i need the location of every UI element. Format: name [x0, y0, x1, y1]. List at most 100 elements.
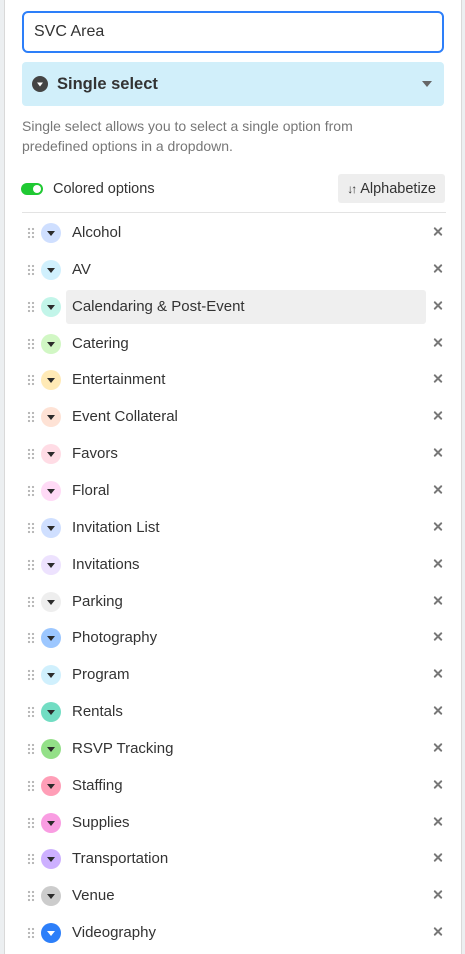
remove-option-icon[interactable] — [430, 408, 446, 424]
remove-option-icon[interactable] — [430, 593, 446, 609]
option-row[interactable]: RSVP Tracking — [5, 730, 463, 766]
option-name-input[interactable]: RSVP Tracking — [66, 732, 426, 766]
option-color-swatch[interactable] — [41, 591, 61, 612]
drag-handle-icon[interactable] — [27, 521, 35, 534]
option-name-input[interactable]: Floral — [66, 474, 426, 508]
remove-option-icon[interactable] — [430, 703, 446, 719]
drag-handle-icon[interactable] — [27, 706, 35, 719]
remove-option-icon[interactable] — [430, 261, 446, 277]
option-color-swatch[interactable] — [41, 296, 61, 317]
remove-option-icon[interactable] — [430, 556, 446, 572]
alphabetize-button[interactable]: ↓↑ Alphabetize — [338, 174, 445, 203]
drag-handle-icon[interactable] — [27, 300, 35, 313]
option-color-swatch[interactable] — [41, 554, 61, 575]
remove-option-icon[interactable] — [430, 335, 446, 351]
drag-handle-icon[interactable] — [27, 411, 35, 424]
field-name-input[interactable] — [22, 11, 444, 53]
option-row[interactable]: Catering — [5, 325, 463, 361]
option-color-swatch[interactable] — [41, 812, 61, 833]
option-name-input[interactable]: Staffing — [66, 769, 426, 803]
option-name-input[interactable]: Catering — [66, 327, 426, 361]
field-type-dropdown[interactable]: Single select — [22, 62, 444, 106]
option-name-input[interactable]: Invitations — [66, 548, 426, 582]
remove-option-icon[interactable] — [430, 924, 446, 940]
remove-option-icon[interactable] — [430, 850, 446, 866]
option-name-input[interactable]: Alcohol — [66, 216, 426, 250]
option-name-input[interactable]: Favors — [66, 437, 426, 471]
remove-option-icon[interactable] — [430, 482, 446, 498]
drag-handle-icon[interactable] — [27, 816, 35, 829]
option-name-input[interactable]: Parking — [66, 585, 426, 619]
drag-handle-icon[interactable] — [27, 595, 35, 608]
option-row[interactable]: Staffing — [5, 767, 463, 803]
option-row[interactable]: Photography — [5, 619, 463, 655]
drag-handle-icon[interactable] — [27, 263, 35, 276]
option-color-swatch[interactable] — [41, 775, 61, 796]
option-color-swatch[interactable] — [41, 923, 61, 944]
remove-option-icon[interactable] — [430, 814, 446, 830]
drag-handle-icon[interactable] — [27, 890, 35, 903]
option-row[interactable]: Parking — [5, 583, 463, 619]
option-row[interactable]: Videography — [5, 914, 463, 950]
remove-option-icon[interactable] — [430, 298, 446, 314]
option-row[interactable]: Favors — [5, 435, 463, 471]
drag-handle-icon[interactable] — [27, 853, 35, 866]
colored-options-toggle[interactable] — [21, 182, 43, 195]
option-row[interactable]: Transportation — [5, 840, 463, 876]
option-row[interactable]: Alcohol — [5, 214, 463, 250]
remove-option-icon[interactable] — [430, 519, 446, 535]
option-name-input[interactable]: Rentals — [66, 695, 426, 729]
option-row[interactable]: Invitation List — [5, 509, 463, 545]
option-name-input[interactable]: Calendaring & Post-Event — [66, 289, 426, 324]
option-row[interactable]: Floral — [5, 472, 463, 508]
option-color-swatch[interactable] — [41, 702, 61, 723]
option-row[interactable]: Program — [5, 656, 463, 692]
option-name-input[interactable]: Photography — [66, 621, 426, 655]
drag-handle-icon[interactable] — [27, 632, 35, 645]
option-name-input[interactable]: Event Collateral — [66, 400, 426, 434]
drag-handle-icon[interactable] — [27, 669, 35, 682]
remove-option-icon[interactable] — [430, 629, 446, 645]
option-color-swatch[interactable] — [41, 259, 61, 280]
option-color-swatch[interactable] — [41, 517, 61, 538]
option-name-input[interactable]: Program — [66, 658, 426, 692]
remove-option-icon[interactable] — [430, 371, 446, 387]
remove-option-icon[interactable] — [430, 666, 446, 682]
drag-handle-icon[interactable] — [27, 448, 35, 461]
remove-option-icon[interactable] — [430, 887, 446, 903]
drag-handle-icon[interactable] — [27, 484, 35, 497]
option-color-swatch[interactable] — [41, 849, 61, 870]
drag-handle-icon[interactable] — [27, 374, 35, 387]
drag-handle-icon[interactable] — [27, 337, 35, 350]
option-name-input[interactable]: Venue — [66, 879, 426, 913]
option-color-swatch[interactable] — [41, 738, 61, 759]
option-color-swatch[interactable] — [41, 333, 61, 354]
option-name-input[interactable]: Videography — [66, 916, 426, 950]
drag-handle-icon[interactable] — [27, 227, 35, 239]
option-color-swatch[interactable] — [41, 665, 61, 686]
option-color-swatch[interactable] — [41, 886, 61, 907]
option-color-swatch[interactable] — [41, 370, 61, 391]
drag-handle-icon[interactable] — [27, 927, 35, 940]
option-name-input[interactable]: Transportation — [66, 842, 426, 876]
option-color-swatch[interactable] — [41, 407, 61, 428]
option-row[interactable]: Invitations — [5, 546, 463, 582]
remove-option-icon[interactable] — [430, 445, 446, 461]
option-row[interactable]: Calendaring & Post-Event — [5, 288, 463, 324]
option-name-input[interactable]: AV — [66, 253, 426, 287]
drag-handle-icon[interactable] — [27, 779, 35, 792]
option-name-input[interactable]: Entertainment — [66, 363, 426, 397]
option-row[interactable]: AV — [5, 251, 463, 287]
option-row[interactable]: Entertainment — [5, 361, 463, 397]
remove-option-icon[interactable] — [430, 777, 446, 793]
option-color-swatch[interactable] — [41, 480, 61, 501]
option-name-input[interactable]: Supplies — [66, 806, 426, 840]
drag-handle-icon[interactable] — [27, 558, 35, 571]
remove-option-icon[interactable] — [430, 224, 446, 240]
option-row[interactable]: Event Collateral — [5, 398, 463, 434]
option-color-swatch[interactable] — [41, 223, 61, 243]
drag-handle-icon[interactable] — [27, 742, 35, 755]
option-row[interactable]: Rentals — [5, 693, 463, 729]
option-name-input[interactable]: Invitation List — [66, 511, 426, 545]
option-row[interactable]: Venue — [5, 877, 463, 913]
